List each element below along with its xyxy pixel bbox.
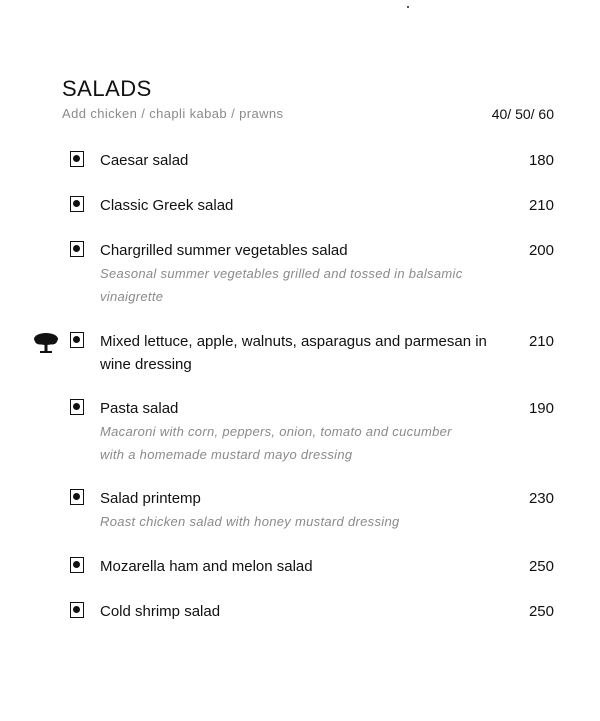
item-price: 230	[528, 490, 554, 507]
item-name: Mozarella ham and melon salad	[100, 558, 313, 575]
veg-icon	[70, 241, 84, 257]
addon-price: 40/ 50/ 60	[491, 106, 554, 122]
item-name: Chargrilled summer vegetables salad	[100, 242, 348, 259]
veg-icon	[70, 196, 84, 212]
item-name: Pasta salad	[100, 400, 179, 417]
item-description: Seasonal summer vegetables grilled and t…	[100, 266, 463, 304]
veg-icon	[70, 332, 84, 348]
item-name: Mixed lettuce, apple, walnuts, asparagus…	[100, 333, 487, 373]
veg-icon	[70, 399, 84, 415]
veg-icon	[70, 151, 84, 167]
tree-icon	[33, 331, 59, 355]
veg-icon	[70, 602, 84, 618]
item-name: Salad printemp	[100, 490, 201, 507]
stray-dot	[407, 6, 409, 8]
item-price: 210	[528, 197, 554, 214]
addon-text: Add chicken / chapli kabab / prawns	[62, 106, 284, 121]
item-price: 250	[528, 603, 554, 620]
item-price: 250	[528, 558, 554, 575]
item-name: Classic Greek salad	[100, 197, 234, 214]
section-title: SALADS	[62, 76, 152, 101]
item-name: Caesar salad	[100, 152, 189, 169]
item-price: 180	[528, 152, 554, 169]
item-price: 190	[528, 400, 554, 417]
veg-icon	[70, 557, 84, 573]
item-description: Roast chicken salad with honey mustard d…	[100, 514, 400, 529]
veg-icon	[70, 489, 84, 505]
item-price: 200	[528, 242, 554, 259]
item-description: Macaroni with corn, peppers, onion, toma…	[100, 424, 452, 462]
item-name: Cold shrimp salad	[100, 603, 221, 620]
item-price: 210	[528, 333, 554, 350]
addon-row: Add chicken / chapli kabab / prawns 40/ …	[62, 106, 554, 126]
